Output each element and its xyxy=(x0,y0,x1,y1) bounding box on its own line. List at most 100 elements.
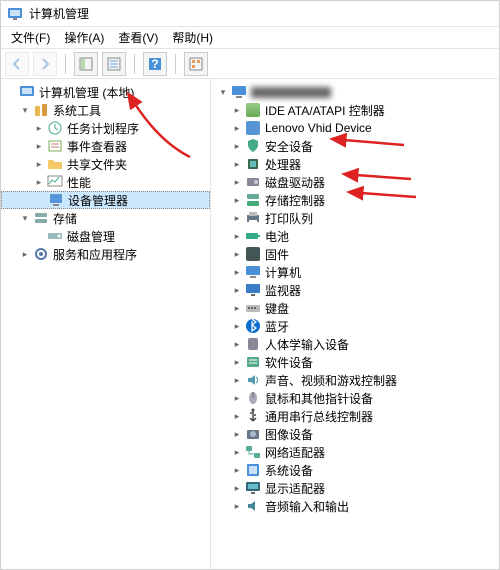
device-category-software[interactable]: ▸软件设备 xyxy=(211,353,499,371)
tree-node-event-viewer[interactable]: ▸ 事件查看器 xyxy=(1,137,210,155)
back-button[interactable] xyxy=(5,52,29,76)
device-category-label: 安全设备 xyxy=(265,138,313,155)
device-category-label: 固件 xyxy=(265,246,289,263)
device-category-display[interactable]: ▸ 显示适配器 xyxy=(211,479,499,497)
tree-node-task-scheduler[interactable]: ▸ 任务计划程序 xyxy=(1,119,210,137)
device-category-system[interactable]: ▸系统设备 xyxy=(211,461,499,479)
device-category-firmware[interactable]: ▸ 固件 xyxy=(211,245,499,263)
device-category-storage-ctrl[interactable]: ▸存储控制器 xyxy=(211,191,499,209)
chevron-right-icon[interactable]: ▸ xyxy=(231,122,243,134)
device-category-audio-io[interactable]: ▸ 音频输入和输出 xyxy=(211,497,499,515)
tree-node-device-manager[interactable]: 设备管理器 xyxy=(1,191,210,209)
forward-button[interactable] xyxy=(33,52,57,76)
device-category-processor[interactable]: ▸ 处理器 xyxy=(211,155,499,173)
menu-action[interactable]: 操作(A) xyxy=(58,27,110,48)
chevron-right-icon[interactable]: ▸ xyxy=(33,158,45,170)
chevron-right-icon[interactable]: ▸ xyxy=(231,464,243,476)
device-category-bluetooth[interactable]: ▸蓝牙 xyxy=(211,317,499,335)
device-tree-root[interactable]: ▾ xyxy=(211,83,499,101)
chevron-right-icon[interactable]: ▸ xyxy=(231,104,243,116)
chevron-right-icon[interactable]: ▸ xyxy=(33,176,45,188)
device-category-label: 声音、视频和游戏控制器 xyxy=(265,372,397,389)
chevron-right-icon[interactable]: ▸ xyxy=(231,482,243,494)
chevron-right-icon[interactable]: ▸ xyxy=(231,248,243,260)
tree-node-disk-management[interactable]: 磁盘管理 xyxy=(1,227,210,245)
chevron-right-icon[interactable]: ▸ xyxy=(19,248,31,260)
chevron-down-icon[interactable]: ▾ xyxy=(19,104,31,116)
computer-management-icon xyxy=(19,84,35,100)
chevron-right-icon[interactable]: ▸ xyxy=(231,266,243,278)
device-category-label: 监视器 xyxy=(265,282,301,299)
menu-view[interactable]: 查看(V) xyxy=(112,27,164,48)
device-category-hid[interactable]: ▸人体学输入设备 xyxy=(211,335,499,353)
device-category-lenovo[interactable]: ▸Lenovo Vhid Device xyxy=(211,119,499,137)
tree-root-computer-management[interactable]: 计算机管理 (本地) xyxy=(1,83,210,101)
menu-file[interactable]: 文件(F) xyxy=(5,27,56,48)
device-category-label: 处理器 xyxy=(265,156,301,173)
chevron-right-icon[interactable]: ▸ xyxy=(231,194,243,206)
device-category-usb[interactable]: ▸通用串行总线控制器 xyxy=(211,407,499,425)
device-category-ide[interactable]: ▸ IDE ATA/ATAPI 控制器 xyxy=(211,101,499,119)
tree-label: 设备管理器 xyxy=(68,192,128,209)
menu-help[interactable]: 帮助(H) xyxy=(166,27,219,48)
chevron-right-icon[interactable]: ▸ xyxy=(231,374,243,386)
device-category-sound[interactable]: ▸ 声音、视频和游戏控制器 xyxy=(211,371,499,389)
computer-icon xyxy=(245,264,261,280)
chevron-right-icon[interactable]: ▸ xyxy=(231,176,243,188)
chevron-down-icon[interactable]: ▾ xyxy=(19,212,31,224)
chevron-right-icon[interactable]: ▸ xyxy=(231,158,243,170)
chevron-right-icon[interactable]: ▸ xyxy=(231,428,243,440)
chevron-right-icon[interactable]: ▸ xyxy=(33,122,45,134)
properties-button[interactable] xyxy=(102,52,126,76)
device-category-print-queue[interactable]: ▸打印队列 xyxy=(211,209,499,227)
tree-node-system-tools[interactable]: ▾ 系统工具 xyxy=(1,101,210,119)
tree-node-services-apps[interactable]: ▸ 服务和应用程序 xyxy=(1,245,210,263)
device-category-keyboard[interactable]: ▸键盘 xyxy=(211,299,499,317)
device-category-disk-drive[interactable]: ▸磁盘驱动器 xyxy=(211,173,499,191)
left-tree-pane[interactable]: 计算机管理 (本地) ▾ 系统工具 ▸ 任务计划程序 ▸ 事件查看器 ▸ 共享文… xyxy=(1,79,211,569)
chevron-right-icon[interactable]: ▸ xyxy=(231,320,243,332)
device-category-label: 音频输入和输出 xyxy=(265,498,349,515)
device-category-label: 显示适配器 xyxy=(265,480,325,497)
tree-node-performance[interactable]: ▸ 性能 xyxy=(1,173,210,191)
event-viewer-icon xyxy=(47,138,63,154)
chevron-right-icon[interactable]: ▸ xyxy=(231,338,243,350)
tree-node-shared-folders[interactable]: ▸ 共享文件夹 xyxy=(1,155,210,173)
device-category-imaging[interactable]: ▸图像设备 xyxy=(211,425,499,443)
chevron-right-icon[interactable]: ▸ xyxy=(231,446,243,458)
chevron-right-icon[interactable]: ▸ xyxy=(231,500,243,512)
svg-text:?: ? xyxy=(151,57,158,71)
show-hide-tree-button[interactable] xyxy=(74,52,98,76)
device-category-monitor[interactable]: ▸ 监视器 xyxy=(211,281,499,299)
cpu-icon xyxy=(245,156,261,172)
chevron-right-icon[interactable]: ▸ xyxy=(231,410,243,422)
chevron-right-icon[interactable]: ▸ xyxy=(231,284,243,296)
chevron-right-icon[interactable]: ▸ xyxy=(231,302,243,314)
chevron-right-icon[interactable]: ▸ xyxy=(231,140,243,152)
device-category-battery[interactable]: ▸电池 xyxy=(211,227,499,245)
device-category-label: 网络适配器 xyxy=(265,444,325,461)
device-category-label: IDE ATA/ATAPI 控制器 xyxy=(265,102,385,119)
tree-label xyxy=(251,87,331,98)
software-icon xyxy=(245,354,261,370)
chevron-right-icon[interactable]: ▸ xyxy=(33,140,45,152)
right-tree-pane[interactable]: ▾ ▸IDE ATA/ATAPI 控制器▸Lenovo Vhid Device▸… xyxy=(211,79,499,569)
device-category-network[interactable]: ▸ 网络适配器 xyxy=(211,443,499,461)
chevron-right-icon[interactable]: ▸ xyxy=(231,392,243,404)
chevron-right-icon[interactable]: ▸ xyxy=(231,212,243,224)
device-category-computer[interactable]: ▸计算机 xyxy=(211,263,499,281)
tree-node-storage[interactable]: ▾ 存储 xyxy=(1,209,210,227)
help-button[interactable]: ? xyxy=(143,52,167,76)
window-title: 计算机管理 xyxy=(29,5,89,22)
performance-icon xyxy=(47,174,63,190)
chevron-down-icon[interactable]: ▾ xyxy=(217,86,229,98)
device-category-security[interactable]: ▸ 安全设备 xyxy=(211,137,499,155)
expander-empty xyxy=(33,230,45,242)
expander-icon[interactable] xyxy=(5,86,17,98)
view-options-button[interactable] xyxy=(184,52,208,76)
chevron-right-icon[interactable]: ▸ xyxy=(231,230,243,242)
toolbar-separator xyxy=(65,54,66,74)
device-category-mouse[interactable]: ▸鼠标和其他指针设备 xyxy=(211,389,499,407)
storage-icon xyxy=(245,192,261,208)
chevron-right-icon[interactable]: ▸ xyxy=(231,356,243,368)
